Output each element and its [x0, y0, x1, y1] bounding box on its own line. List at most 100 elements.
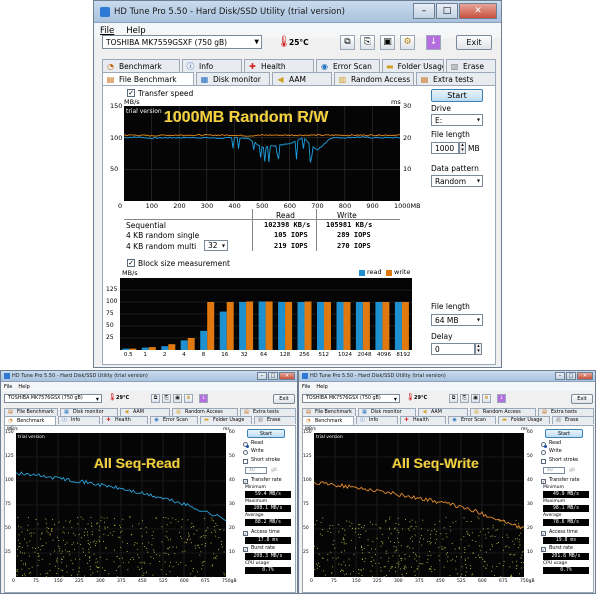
- delay-spinner[interactable]: ▴ ▾: [475, 343, 482, 355]
- tab-health[interactable]: ✚ Health: [102, 416, 148, 424]
- menu-file[interactable]: File: [4, 384, 12, 390]
- tab-benchmark[interactable]: ◔ Benchmark: [102, 59, 180, 72]
- exit-button[interactable]: Exit: [456, 35, 492, 50]
- queue-depth-select[interactable]: 32 ▾: [204, 240, 228, 251]
- copy-icon[interactable]: ⧉: [449, 394, 458, 403]
- main-titlebar[interactable]: HD Tune Pro 5.50 - Hard Disk/SSD Utility…: [94, 1, 501, 23]
- tab-erase[interactable]: ▧ Erase: [446, 59, 496, 72]
- delay-input[interactable]: 0: [431, 343, 475, 355]
- tab-info[interactable]: ⓘ Info: [182, 59, 242, 72]
- tab-disk-monitor[interactable]: ▦ Disk monitor: [196, 72, 270, 85]
- tab-erase[interactable]: ▧ Erase: [552, 416, 594, 424]
- menu-help[interactable]: Help: [316, 384, 327, 390]
- copy-icon[interactable]: ⧉: [151, 394, 160, 403]
- tab-aam[interactable]: ◀ AAM: [418, 408, 468, 416]
- drive-letter-select[interactable]: E: ▾: [431, 114, 483, 126]
- close-button[interactable]: ✕: [459, 3, 497, 19]
- tab-extra-tests[interactable]: ▤ Extra tests: [538, 408, 594, 416]
- options-icon[interactable]: ⚙: [482, 394, 491, 403]
- transfer-speed-checkbox[interactable]: ✓: [127, 89, 135, 97]
- block-size-checkbox[interactable]: ✓: [127, 259, 135, 267]
- close-button[interactable]: ✕: [279, 372, 295, 380]
- tab-file-benchmark[interactable]: ▤ File Benchmark: [302, 408, 356, 416]
- drive-select[interactable]: TOSHIBA MK7576GSX (750 gB) ▼: [302, 394, 400, 403]
- minimize-button[interactable]: –: [555, 372, 565, 380]
- tab-random-access[interactable]: ▥ Random Access: [470, 408, 536, 416]
- tab-extra-tests[interactable]: ▤ Extra tests: [416, 72, 496, 85]
- drive-select[interactable]: TOSHIBA MK7576GSX (750 gB) ▼: [4, 394, 102, 403]
- tab-health[interactable]: ✚ Health: [244, 59, 314, 72]
- tab-aam[interactable]: ◀ AAM: [272, 72, 332, 85]
- burst-rate-checkbox[interactable]: ✓: [243, 547, 248, 552]
- transfer-rate-checkbox[interactable]: ✓: [541, 479, 546, 484]
- copy-info-icon[interactable]: ⎘: [162, 394, 171, 403]
- short-stroke-checkbox[interactable]: [541, 459, 546, 464]
- block-file-length-select[interactable]: 64 MB ▾: [431, 314, 483, 326]
- tab-disk-monitor[interactable]: ▦ Disk monitor: [358, 408, 416, 416]
- tab-random-access[interactable]: ▥ Random Access: [172, 408, 238, 416]
- tab-file-benchmark[interactable]: ▤ File Benchmark: [102, 72, 194, 86]
- tab-random-access[interactable]: ▥ Random Access: [334, 72, 414, 85]
- file-length-input[interactable]: 1000: [431, 142, 459, 154]
- file-length-spinner[interactable]: ▴ ▾: [459, 142, 466, 154]
- tab-info[interactable]: ⓘ Info: [356, 416, 398, 424]
- access-time-checkbox[interactable]: ✓: [243, 531, 248, 536]
- transfer-rate-checkbox[interactable]: ✓: [243, 479, 248, 484]
- maximize-button[interactable]: □: [436, 3, 458, 19]
- menu-help[interactable]: Help: [18, 384, 29, 390]
- menu-file[interactable]: File: [100, 26, 114, 36]
- tab-info[interactable]: ⓘ Info: [58, 416, 100, 424]
- menu-help[interactable]: Help: [126, 26, 145, 36]
- copy-info-icon[interactable]: ⎘: [360, 35, 375, 50]
- burst-rate-checkbox[interactable]: ✓: [541, 547, 546, 552]
- short-stroke-input[interactable]: 40: [543, 467, 565, 474]
- drive-select[interactable]: TOSHIBA MK7559GSXF (750 gB) ▼: [102, 35, 262, 49]
- tab-erase[interactable]: ▧ Erase: [254, 416, 296, 424]
- short-stroke-checkbox[interactable]: [243, 459, 248, 464]
- menu-file[interactable]: File: [302, 384, 310, 390]
- tab-aam[interactable]: ◀ AAM: [120, 408, 170, 416]
- tab-error-scan[interactable]: ◉ Error Scan: [448, 416, 496, 424]
- maximize-button[interactable]: □: [566, 372, 576, 380]
- tab-error-scan[interactable]: ◉ Error Scan: [316, 59, 380, 72]
- screenshot-icon[interactable]: ▣: [471, 394, 480, 403]
- data-pattern-select[interactable]: Random ▾: [431, 175, 483, 187]
- tab-file-benchmark[interactable]: ▤ File Benchmark: [4, 408, 58, 416]
- tab-extra-tests[interactable]: ▤ Extra tests: [240, 408, 296, 416]
- copy-info-icon[interactable]: ⎘: [460, 394, 469, 403]
- tab-health[interactable]: ✚ Health: [400, 416, 446, 424]
- tab-folder-usage[interactable]: ▬ Folder Usage: [200, 416, 252, 424]
- tab-folder-usage[interactable]: ▬ Folder Usage: [382, 59, 444, 72]
- titlebar[interactable]: HD Tune Pro 5.50 - Hard Disk/SSD Utility…: [1, 371, 297, 382]
- start-button[interactable]: Start: [247, 429, 285, 438]
- access-time-point: [406, 546, 408, 548]
- short-stroke-input[interactable]: 40: [245, 467, 267, 474]
- screenshot-icon[interactable]: ▣: [380, 35, 395, 50]
- tab-error-scan[interactable]: ◉ Error Scan: [150, 416, 198, 424]
- read-radio[interactable]: [243, 442, 249, 448]
- start-button[interactable]: Start: [431, 89, 483, 102]
- access-time-checkbox[interactable]: ✓: [541, 531, 546, 536]
- options-icon[interactable]: ⚙: [184, 394, 193, 403]
- exit-button[interactable]: Exit: [273, 394, 295, 404]
- save-icon[interactable]: ↓: [426, 35, 441, 50]
- save-icon[interactable]: ↓: [497, 394, 506, 403]
- write-radio[interactable]: [243, 450, 248, 455]
- read-radio[interactable]: [541, 442, 547, 448]
- options-icon[interactable]: ⚙: [400, 35, 415, 50]
- write-radio[interactable]: [541, 450, 546, 455]
- maximize-button[interactable]: □: [268, 372, 278, 380]
- close-button[interactable]: ✕: [577, 372, 593, 380]
- exit-button[interactable]: Exit: [571, 394, 593, 404]
- titlebar[interactable]: HD Tune Pro 5.50 - Hard Disk/SSD Utility…: [299, 371, 595, 382]
- tab-benchmark[interactable]: ◔ Benchmark: [4, 416, 56, 425]
- copy-icon[interactable]: ⧉: [340, 35, 355, 50]
- tab-benchmark[interactable]: ◔ Benchmark: [302, 416, 354, 425]
- tab-disk-monitor[interactable]: ▦ Disk monitor: [60, 408, 118, 416]
- save-icon[interactable]: ↓: [199, 394, 208, 403]
- screenshot-icon[interactable]: ▣: [173, 394, 182, 403]
- tab-folder-usage[interactable]: ▬ Folder Usage: [498, 416, 550, 424]
- start-button[interactable]: Start: [545, 429, 583, 438]
- minimize-button[interactable]: –: [257, 372, 267, 380]
- minimize-button[interactable]: –: [413, 3, 435, 19]
